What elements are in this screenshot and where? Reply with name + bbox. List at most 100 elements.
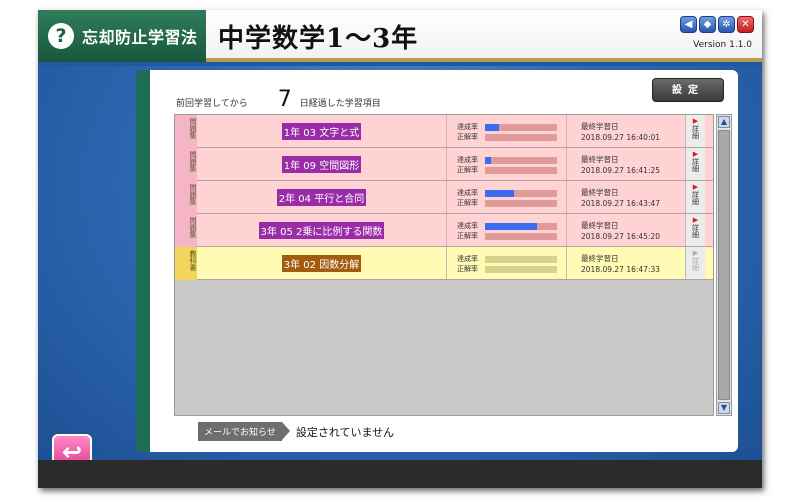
item-title: 2年 04 平行と合同	[276, 188, 367, 206]
achievement-bar-fill	[485, 156, 491, 164]
bottom-bar	[38, 460, 762, 488]
detail-label: 詳細	[691, 257, 700, 271]
item-last-study: 最終学習日 2018.09.27 16:45:20	[567, 214, 685, 246]
achievement-label: 達成率	[457, 189, 478, 197]
correct-bar	[485, 133, 557, 141]
study-item-row[interactable]: 問題集 2年 04 平行と合同 達成率 正解率 最終学習日 2018.09.27 16:4…	[175, 181, 713, 214]
achievement-bar-fill	[485, 123, 500, 131]
cube-icon[interactable]: ◆	[699, 16, 716, 33]
achievement-label: 達成率	[457, 255, 478, 263]
correct-label: 正解率	[457, 166, 478, 174]
mail-notification: メールでお知らせ 設定されていません	[198, 422, 394, 441]
last-study-date: 2018.09.27 16:45:20	[581, 232, 661, 241]
last-study-date: 2018.09.27 16:47:33	[581, 265, 661, 274]
item-type-tag: 問題集	[175, 214, 197, 247]
title-bar: ? 忘却防止学習法 中学数学1～3年 ◀ ◆ ✲ ✕ Version 1.1.0	[38, 10, 762, 62]
detail-label: 詳細	[691, 191, 700, 205]
course-title: 中学数学1～3年	[218, 24, 419, 54]
app-badge: ? 忘却防止学習法	[38, 10, 206, 62]
last-study-label: 最終学習日	[581, 254, 619, 263]
item-type-tag: 問題集	[175, 148, 197, 181]
item-rates: 達成率 正解率	[447, 181, 567, 213]
scroll-down-icon[interactable]: ▼	[718, 402, 730, 414]
item-type-tag: 問題集	[175, 181, 197, 214]
correct-bar	[485, 265, 557, 273]
achievement-label: 達成率	[457, 156, 478, 164]
play-icon: ▶	[692, 117, 699, 125]
help-icon[interactable]: ?	[48, 23, 74, 49]
item-rates: 達成率 正解率	[447, 115, 567, 147]
settings-button[interactable]: 設定	[652, 78, 724, 102]
detail-label: 詳細	[691, 224, 700, 238]
achievement-label: 達成率	[457, 123, 478, 131]
app-name: 忘却防止学習法	[82, 28, 198, 47]
item-title: 1年 03 文字と式	[281, 122, 362, 140]
achievement-bar-fill	[485, 189, 514, 197]
close-icon[interactable]: ✕	[737, 16, 754, 33]
main-panel: 前回学習してから 7 日経過した学習項目 設定 問題集 1年 03 文字と式 達成率…	[136, 70, 738, 452]
achievement-bar	[485, 189, 557, 197]
item-type-tag: 教科書	[175, 247, 197, 280]
item-type-tag: 問題集	[175, 115, 197, 148]
achievement-bar	[485, 156, 557, 164]
item-title-cell[interactable]: 3年 05 2乗に比例する関数	[197, 214, 447, 246]
play-icon: ▶	[692, 249, 699, 257]
study-item-row[interactable]: 教科書 3年 02 因数分解 達成率正解率 最終学習日 2018.09.27 16:47…	[175, 247, 713, 280]
correct-label: 正解率	[457, 232, 478, 240]
mail-label: メールでお知らせ	[198, 422, 290, 441]
last-study-label: 最終学習日	[581, 122, 619, 131]
detail-button[interactable]: ▶ 詳細	[685, 247, 705, 279]
scrollbar[interactable]: ▲ ▼	[716, 114, 732, 416]
app-window: ? 忘却防止学習法 中学数学1～3年 ◀ ◆ ✲ ✕ Version 1.1.0…	[38, 10, 762, 488]
item-title-cell[interactable]: 3年 02 因数分解	[197, 247, 447, 279]
item-last-study: 最終学習日 2018.09.27 16:41:25	[567, 148, 685, 180]
elapsed-prefix: 前回学習してから	[176, 99, 248, 109]
item-title-cell[interactable]: 1年 09 空間図形	[197, 148, 447, 180]
detail-button[interactable]: ▶ 詳細	[685, 115, 705, 147]
achievement-bar	[485, 255, 557, 263]
last-study-label: 最終学習日	[581, 221, 619, 230]
item-title: 1年 09 空間図形	[281, 155, 362, 173]
item-last-study: 最終学習日 2018.09.27 16:43:47	[567, 181, 685, 213]
study-item-list: 問題集 1年 03 文字と式 達成率 正解率 最終学習日 2018.09.27 16:40…	[174, 114, 714, 416]
scroll-thumb[interactable]	[718, 130, 730, 400]
elapsed-header: 前回学習してから 7 日経過した学習項目	[176, 87, 381, 112]
achievement-bar	[485, 222, 557, 230]
correct-bar	[485, 232, 557, 240]
scroll-up-icon[interactable]: ▲	[718, 116, 730, 128]
correct-bar	[485, 166, 557, 174]
last-study-date: 2018.09.27 16:40:01	[581, 133, 661, 142]
system-buttons: ◀ ◆ ✲ ✕	[680, 16, 754, 33]
item-title: 3年 02 因数分解	[281, 254, 362, 272]
correct-label: 正解率	[457, 265, 478, 273]
elapsed-days: 7	[277, 87, 292, 112]
last-study-date: 2018.09.27 16:41:25	[581, 166, 661, 175]
study-item-row[interactable]: 問題集 3年 05 2乗に比例する関数 達成率 正解率 最終学習日 2018.09.27 …	[175, 214, 713, 247]
study-item-row[interactable]: 問題集 1年 09 空間図形 達成率 正解率 最終学習日 2018.09.27 16:41…	[175, 148, 713, 181]
item-rates: 達成率 正解率	[447, 214, 567, 246]
correct-label: 正解率	[457, 199, 478, 207]
achievement-bar	[485, 123, 557, 131]
detail-button[interactable]: ▶ 詳細	[685, 181, 705, 213]
mute-icon[interactable]: ◀	[680, 16, 697, 33]
detail-label: 詳細	[691, 158, 700, 172]
mail-status: 設定されていません	[295, 425, 395, 439]
gear-icon[interactable]: ✲	[718, 16, 735, 33]
item-title-cell[interactable]: 1年 03 文字と式	[197, 115, 447, 147]
item-last-study: 最終学習日 2018.09.27 16:47:33	[567, 247, 685, 279]
version-label: Version 1.1.0	[693, 40, 752, 50]
item-rates: 達成率 正解率	[447, 247, 567, 279]
item-rates: 達成率 正解率	[447, 148, 567, 180]
detail-button[interactable]: ▶ 詳細	[685, 214, 705, 246]
item-title-cell[interactable]: 2年 04 平行と合同	[197, 181, 447, 213]
detail-button[interactable]: ▶ 詳細	[685, 148, 705, 180]
play-icon: ▶	[692, 216, 699, 224]
achievement-bar-fill	[485, 222, 537, 230]
play-icon: ▶	[692, 150, 699, 158]
study-item-row[interactable]: 問題集 1年 03 文字と式 達成率 正解率 最終学習日 2018.09.27 16:40…	[175, 115, 713, 148]
play-icon: ▶	[692, 183, 699, 191]
last-study-label: 最終学習日	[581, 188, 619, 197]
detail-label: 詳細	[691, 125, 700, 139]
achievement-label: 達成率	[457, 222, 478, 230]
correct-bar	[485, 199, 557, 207]
